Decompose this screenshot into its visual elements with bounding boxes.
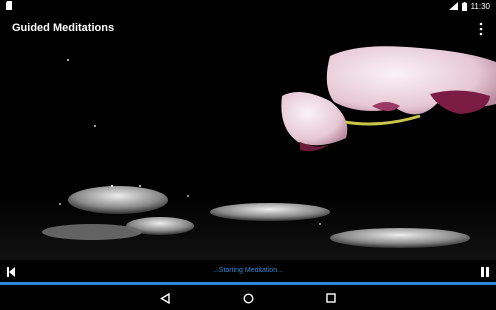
nav-back-button[interactable] xyxy=(156,289,174,307)
overflow-menu-icon[interactable] xyxy=(476,22,486,36)
navigation-bar xyxy=(0,285,496,310)
app-bar: Guided Meditations xyxy=(0,12,496,46)
status-time: 11:30 xyxy=(470,1,490,11)
status-bar: 11:30 xyxy=(0,0,496,12)
pause-icon xyxy=(481,267,489,277)
orchid-stones-image xyxy=(0,46,496,260)
playback-status: ...Starting Meditation... xyxy=(212,267,284,274)
battery-icon xyxy=(461,1,467,11)
pause-button[interactable] xyxy=(477,265,493,279)
nav-recents-icon xyxy=(326,293,336,303)
app-title: Guided Meditations xyxy=(12,22,115,34)
nav-back-icon xyxy=(160,292,170,304)
nav-recents-button[interactable] xyxy=(322,289,340,307)
player-controls: ...Starting Meditation... xyxy=(0,260,496,284)
nav-home-button[interactable] xyxy=(239,289,257,307)
signal-icon xyxy=(448,2,458,10)
sd-card-icon xyxy=(6,1,12,10)
status-right: 11:30 xyxy=(448,0,490,12)
nav-home-icon xyxy=(242,292,254,304)
meditation-artwork xyxy=(0,46,496,260)
